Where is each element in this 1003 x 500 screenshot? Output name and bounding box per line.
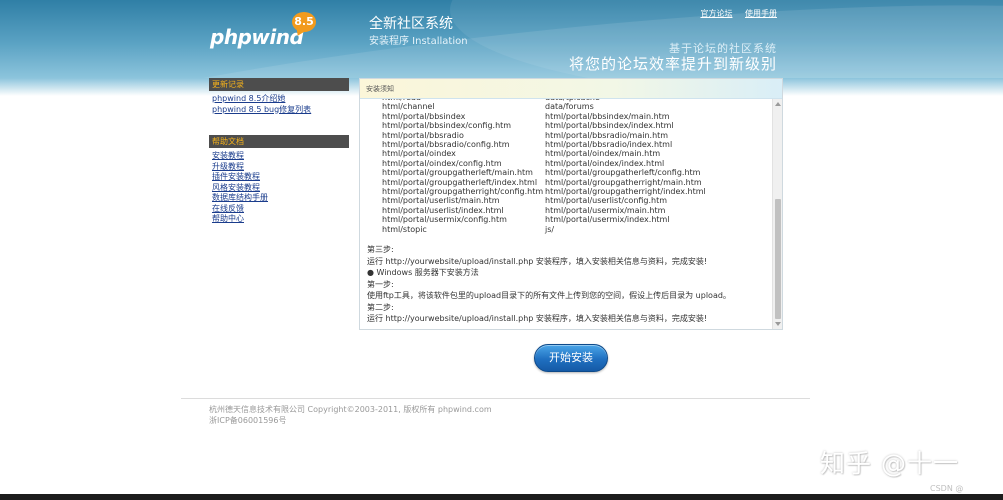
official-forum-link[interactable]: 官方论坛: [700, 9, 732, 18]
sidebar-link-intro[interactable]: phpwind 8.5介绍她: [212, 94, 349, 105]
file-path: html/portal/oindex/config.htm: [382, 158, 502, 168]
footer-icp: 浙ICP备06001596号: [209, 416, 287, 425]
scroll-up-icon[interactable]: [775, 102, 781, 106]
sidebar-link-db-manual[interactable]: 数据库结构手册: [212, 193, 349, 204]
step-line: 第三步:: [367, 245, 394, 254]
header-banner: [0, 0, 1003, 78]
step-line: 运行 http://yourwebsite/upload/install.php…: [367, 256, 708, 266]
step-line: 使用ftp工具，将该软件包里的upload目录下的所有文件上传到您的空间，假设上…: [367, 291, 731, 300]
changelog-list: phpwind 8.5介绍她 phpwind 8.5 bug修复列表: [209, 91, 349, 121]
file-path: html/portal/bbsradio/config.htm: [382, 140, 510, 150]
file-path: html/portal/oindex/index.html: [545, 158, 665, 168]
sidebar-link-upgrade-guide[interactable]: 升级教程: [212, 162, 349, 173]
file-path: html/portal/bbsradio/index.html: [545, 140, 673, 150]
sidebar-link-bugfix[interactable]: phpwind 8.5 bug修复列表: [212, 105, 349, 116]
file-path: html/portal/bbsindex/index.html: [545, 121, 674, 131]
file-column-right: data/tplcachedata/forumshtml/portal/bbsi…: [545, 99, 706, 234]
step-line: 第一步:: [367, 279, 394, 289]
install-steps: 第三步: 运行 http://yourwebsite/upload/install…: [367, 244, 772, 325]
file-path: html/portal/bbsindex/config.htm: [382, 121, 512, 131]
help-list: 安装教程 升级教程 插件安装教程 风格安装教程 数据库结构手册 在线反馈 帮助中…: [209, 148, 349, 231]
scroll-thumb[interactable]: [775, 199, 781, 319]
csdn-watermark: CSDN @: [930, 484, 964, 493]
file-path: html/portal/usermix/index.html: [545, 215, 670, 225]
file-path: html/portal/oindex: [382, 149, 456, 159]
file-path: html/portal/groupgatherleft/main.htm: [382, 168, 533, 178]
footer-copyright: 杭州德天信息技术有限公司 Copyright©2003-2011, 版权所有 p…: [209, 405, 492, 414]
page-title: 全新社区系统: [369, 16, 453, 32]
file-path: html/portal/bbsindex/main.htm: [545, 111, 670, 121]
file-path: html/portal/userlist/main.htm: [382, 196, 500, 206]
file-path: html/portal/oindex/main.htm: [545, 149, 661, 159]
slogan-line-2: 将您的论坛效率提升到新级别: [568, 55, 777, 73]
file-path: js/: [545, 224, 555, 234]
step-line: 第二步:: [367, 302, 394, 312]
os-taskbar: [0, 494, 1003, 500]
panel-scrollbar[interactable]: [772, 99, 782, 329]
file-path: data/forums: [545, 102, 594, 112]
zhihu-watermark: 知乎 @十一: [820, 449, 959, 478]
sidebar-link-style-guide[interactable]: 风格安装教程: [212, 183, 349, 194]
file-path: html/portal/bbsradio/main.htm: [545, 130, 669, 140]
writable-file-list: html/readhtml/channelhtml/portal/bbsinde…: [367, 99, 772, 244]
file-path: html/portal/groupgatherleft/config.htm: [545, 168, 701, 178]
sidebar-link-feedback[interactable]: 在线反馈: [212, 204, 349, 215]
sidebar-link-install-guide[interactable]: 安装教程: [212, 151, 349, 162]
sidebar-link-plugin-guide[interactable]: 插件安装教程: [212, 172, 349, 183]
page-subtitle: 安装程序 Installation: [369, 36, 468, 47]
version-badge: 8.5: [292, 12, 316, 32]
install-notes-panel: 安装须知 html/readhtml/channelhtml/portal/bb…: [359, 78, 783, 330]
file-path: html/portal/groupgatherright/index.html: [545, 187, 706, 197]
file-path: html/portal/groupgatherleft/index.html: [382, 177, 538, 187]
sidebar-heading-help: 帮助文档: [209, 135, 349, 148]
panel-title: 安装须知: [360, 79, 782, 99]
start-install-button[interactable]: 开始安装: [534, 344, 608, 372]
file-path: html/stopic: [382, 224, 427, 234]
phpwind-logo: phpwind: [210, 25, 304, 49]
sidebar-heading-changelog: 更新记录: [209, 78, 349, 91]
user-manual-link[interactable]: 使用手册: [745, 9, 777, 18]
file-path: html/portal/bbsradio: [382, 130, 464, 140]
file-path: html/portal/groupgatherright/config.htm: [382, 187, 544, 197]
footer-divider: [181, 398, 810, 399]
file-path: html/portal/bbsindex: [382, 111, 466, 121]
file-path: html/portal/groupgatherright/main.htm: [545, 177, 702, 187]
file-path: html/channel: [382, 102, 435, 112]
file-path: html/portal/usermix/config.htm: [382, 215, 507, 225]
scroll-down-icon[interactable]: [775, 322, 781, 326]
file-path: html/portal/userlist/index.html: [382, 205, 504, 215]
sidebar-link-help-center[interactable]: 帮助中心: [212, 214, 349, 225]
file-path: html/portal/userlist/config.htm: [545, 196, 668, 206]
step-line: 运行 http://yourwebsite/upload/install.php…: [367, 314, 708, 323]
step-line: ● Windows 服务器下安装方法: [367, 268, 479, 277]
file-path: html/portal/usermix/main.htm: [545, 205, 666, 215]
sidebar: 更新记录 phpwind 8.5介绍她 phpwind 8.5 bug修复列表 …: [209, 78, 349, 231]
header-links: 官方论坛 使用手册: [690, 8, 777, 19]
install-notes-content[interactable]: html/readhtml/channelhtml/portal/bbsinde…: [360, 99, 772, 329]
file-column-left: html/readhtml/channelhtml/portal/bbsinde…: [382, 99, 543, 234]
